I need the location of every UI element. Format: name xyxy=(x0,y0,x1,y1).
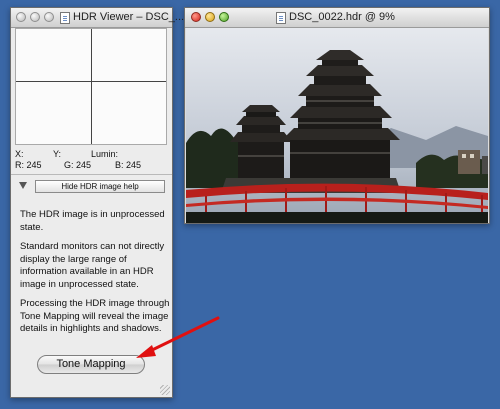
help-paragraph-1: The HDR image is in unprocessed state. xyxy=(20,209,165,233)
crosshair-vertical-line xyxy=(91,29,92,144)
document-icon xyxy=(60,12,70,24)
viewer-title: HDR Viewer – DSC_... xyxy=(73,11,185,23)
viewer-titlebar[interactable]: HDR Viewer – DSC_... xyxy=(11,8,184,28)
y-coordinate-label: Y: xyxy=(53,149,62,159)
image-titlebar[interactable]: DSC_0022.hdr @ 9% xyxy=(185,8,489,28)
castle-photo-illustration xyxy=(186,28,488,223)
crosshair-preview[interactable] xyxy=(15,28,167,145)
minimize-button[interactable] xyxy=(205,12,215,22)
resize-grip-icon[interactable] xyxy=(160,385,170,395)
x-coordinate-label: X: xyxy=(15,149,24,159)
minimize-button[interactable] xyxy=(30,12,40,22)
hdr-viewer-window: HDR Viewer – DSC_... X: Y: Lumin: R: 245… xyxy=(10,7,184,398)
tone-mapping-button[interactable]: Tone Mapping xyxy=(37,355,145,374)
disclosure-triangle-icon[interactable] xyxy=(19,182,27,189)
help-paragraph-3: Processing the HDR image through Tone Ma… xyxy=(20,298,170,334)
separator xyxy=(11,174,172,175)
document-icon xyxy=(276,12,286,24)
blue-value: B: 245 xyxy=(115,160,142,170)
help-paragraph-2: Standard monitors can not directly displ… xyxy=(20,241,165,290)
image-window-controls xyxy=(191,12,229,22)
image-window: DSC_0022.hdr @ 9% xyxy=(184,7,490,224)
green-value: G: 245 xyxy=(64,160,92,170)
hide-help-button[interactable]: Hide HDR image help xyxy=(35,180,165,193)
window-controls xyxy=(16,12,54,22)
red-value: R: 245 xyxy=(15,160,42,170)
zoom-button[interactable] xyxy=(44,12,54,22)
image-title: DSC_0022.hdr @ 9% xyxy=(289,11,395,23)
luminance-label: Lumin: xyxy=(91,149,119,159)
close-button[interactable] xyxy=(16,12,26,22)
hdr-photo[interactable] xyxy=(186,28,488,223)
close-button[interactable] xyxy=(191,12,201,22)
zoom-button[interactable] xyxy=(219,12,229,22)
